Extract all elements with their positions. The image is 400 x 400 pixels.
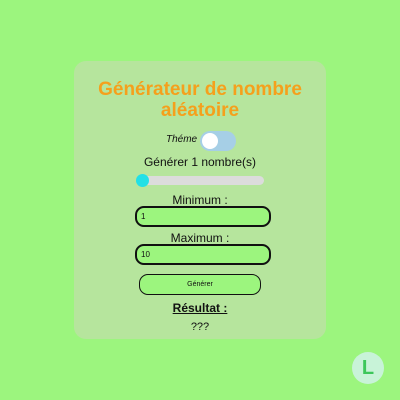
page-title: Générateur de nombre aléatoire <box>98 79 302 121</box>
theme-label: Théme : <box>166 134 203 145</box>
result-value: ??? <box>190 321 210 333</box>
maximum-label: Maximum : <box>170 231 230 245</box>
count-slider-thumb[interactable] <box>136 174 149 187</box>
count-label: Générer 1 nombre(s) <box>143 155 257 169</box>
count-slider[interactable] <box>136 174 264 187</box>
minimum-label: Minimum : <box>172 193 228 207</box>
generate-button[interactable]: Générer <box>139 274 261 295</box>
theme-row: Théme : <box>166 131 246 151</box>
theme-toggle-knob <box>202 133 218 149</box>
result-label: Résultat : <box>172 301 228 315</box>
app-logo-icon[interactable]: L <box>352 352 384 384</box>
app-logo-glyph: L <box>361 357 375 379</box>
generator-card: Générateur de nombre aléatoire Théme : G… <box>74 61 326 339</box>
theme-toggle[interactable] <box>200 131 236 151</box>
minimum-field[interactable]: 1 <box>135 206 271 227</box>
maximum-field[interactable]: 10 <box>135 244 271 265</box>
